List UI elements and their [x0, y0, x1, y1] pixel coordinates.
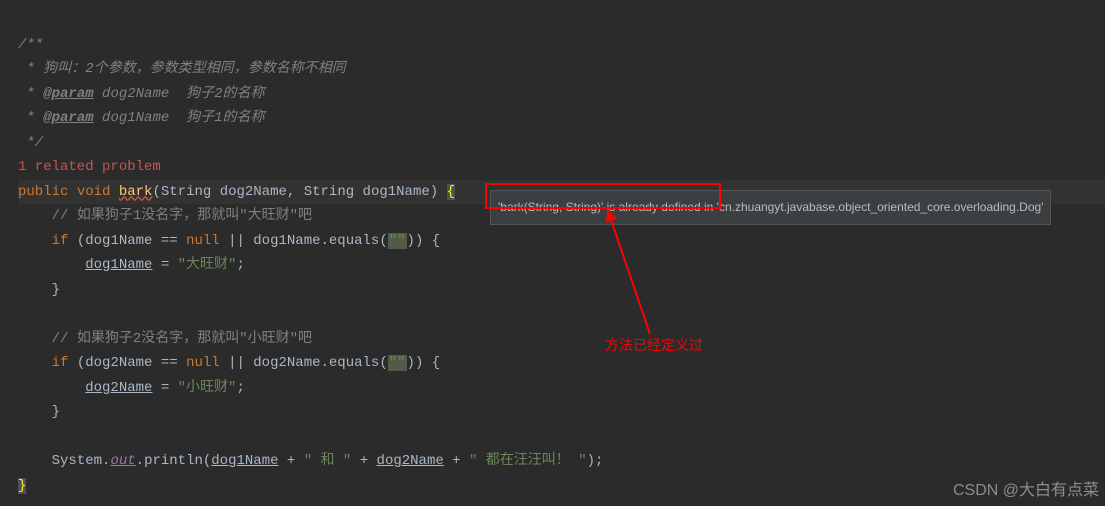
- doc-close: */: [18, 135, 43, 151]
- println-call: println: [144, 453, 203, 469]
- param-dog1name: dog1Name: [363, 184, 430, 200]
- doc-paramdesc-1: 狗子2的名称: [186, 86, 264, 102]
- plus-3: +: [444, 453, 469, 469]
- equals-call-1: equals: [329, 233, 379, 249]
- param-dog2name: dog2Name: [220, 184, 287, 200]
- brace-open: {: [447, 184, 455, 200]
- doc-tag-2: @param: [43, 110, 93, 126]
- var-dog1name-assign: dog1Name: [85, 257, 152, 273]
- empty-string-1: "": [388, 233, 407, 249]
- var-dog1name-eq: dog1Name: [253, 233, 320, 249]
- doc-paramdesc-2: 狗子1的名称: [186, 110, 264, 126]
- equals-call-2: equals: [329, 355, 379, 371]
- var-dog2name-eq: dog2Name: [253, 355, 320, 371]
- type-string-1: String: [161, 184, 211, 200]
- doc-open: /**: [18, 37, 43, 53]
- string-xiaowangcai: "小旺财": [178, 380, 237, 396]
- var-dog1name-check: dog1Name: [85, 233, 152, 249]
- annotation-label: 方法已经定义过: [605, 333, 703, 358]
- doc-tag-1: @param: [43, 86, 93, 102]
- related-problem-hint[interactable]: 1 related problem: [18, 159, 161, 175]
- string-dawangcai: "大旺财": [178, 257, 237, 273]
- print-arg-dog1: dog1Name: [211, 453, 278, 469]
- method-name-bark[interactable]: bark: [119, 184, 153, 200]
- comment-dog1: // 如果狗子1没名字，那就叫"大旺财"吧: [52, 208, 312, 224]
- watermark-text: CSDN @大白有点菜: [953, 479, 1099, 504]
- code-editor[interactable]: /** * 狗叫：2个参数，参数类型相同，参数名称不相同 * @param do…: [0, 0, 1105, 506]
- keyword-public: public: [18, 184, 68, 200]
- keyword-null-1: null: [186, 233, 220, 249]
- doc-param-line1: * @param dog2Name 狗子2的名称: [18, 86, 264, 102]
- out-field: out: [110, 453, 135, 469]
- doc-paramname-2: dog1Name: [102, 110, 169, 126]
- plus-2: +: [351, 453, 376, 469]
- error-tooltip[interactable]: 'bark(String, String)' is already define…: [490, 190, 1051, 225]
- keyword-if-2: if: [52, 355, 69, 371]
- doc-param-line2: * @param dog1Name 狗子1的名称: [18, 110, 264, 126]
- var-dog2name-check: dog2Name: [85, 355, 152, 371]
- system-class: System: [52, 453, 102, 469]
- keyword-void: void: [77, 184, 111, 200]
- brace-close: }: [18, 478, 26, 494]
- print-str-bark: " 都在汪汪叫！ ": [469, 453, 587, 469]
- keyword-if-1: if: [52, 233, 69, 249]
- doc-paramname-1: dog2Name: [102, 86, 169, 102]
- keyword-null-2: null: [186, 355, 220, 371]
- comment-dog2: // 如果狗子2没名字，那就叫"小旺财"吧: [52, 331, 312, 347]
- plus-1: +: [279, 453, 304, 469]
- var-dog2name-assign: dog2Name: [85, 380, 152, 396]
- print-arg-dog2: dog2Name: [377, 453, 444, 469]
- empty-string-2: "": [388, 355, 407, 371]
- print-str-he: " 和 ": [304, 453, 352, 469]
- doc-line1: * 狗叫：2个参数，参数类型相同，参数名称不相同: [18, 61, 346, 77]
- type-string-2: String: [304, 184, 354, 200]
